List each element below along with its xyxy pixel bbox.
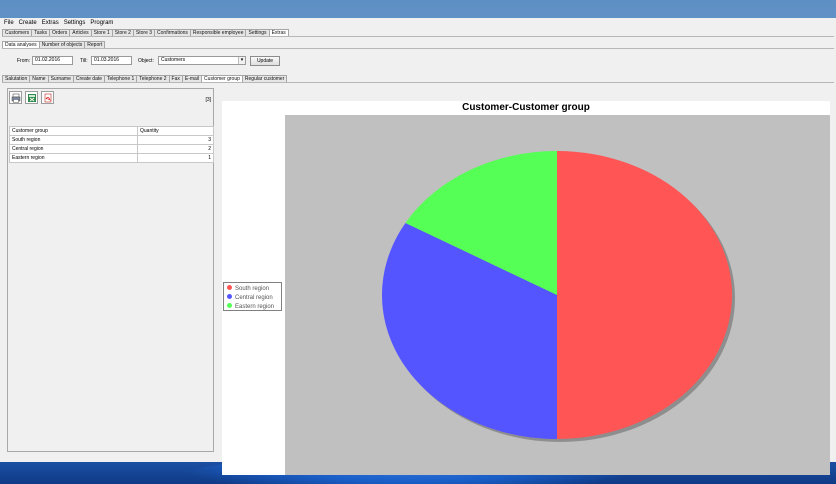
legend-item: South region — [227, 285, 269, 293]
cell-customer-group: South region — [9, 135, 138, 145]
record-count: [3] — [205, 97, 211, 103]
menu-create[interactable]: Create — [18, 19, 38, 28]
legend-label: Eastern region — [235, 304, 275, 310]
cell-quantity: 2 — [137, 144, 214, 154]
menu-extras[interactable]: Extras — [41, 19, 60, 28]
table-row[interactable]: Central region 2 — [9, 144, 214, 154]
legend-swatch — [227, 303, 232, 308]
menu-settings[interactable]: Settings — [63, 19, 87, 28]
pdf-export-icon — [44, 93, 51, 102]
divider — [2, 82, 834, 83]
legend-swatch — [227, 294, 232, 299]
till-date-input[interactable]: 01.03.2016 — [91, 56, 132, 65]
menu-file[interactable]: File — [3, 19, 15, 28]
legend-item: Central region — [227, 294, 273, 302]
customer-group-table: Customer group Quantity South region 3 C… — [9, 126, 214, 163]
cell-customer-group: Eastern region — [9, 153, 138, 163]
update-button[interactable]: Update — [250, 56, 280, 66]
chart-legend: South region Central region Eastern regi… — [223, 282, 282, 311]
pdf-export-button[interactable] — [41, 91, 54, 104]
menu-program[interactable]: Program — [89, 19, 114, 28]
cell-quantity: 3 — [137, 135, 214, 145]
chevron-down-icon[interactable]: ▾ — [238, 57, 245, 64]
column-header-customer-group[interactable]: Customer group — [9, 126, 138, 136]
till-label: Till: — [80, 58, 88, 64]
divider — [2, 36, 834, 37]
pie-chart — [285, 115, 830, 475]
filter-form: From: 01.02.2016 Till: 01.03.2016 Object… — [0, 55, 836, 67]
printer-icon — [11, 93, 20, 103]
chart-title: Customer-Customer group — [462, 102, 590, 113]
excel-export-button[interactable] — [25, 91, 38, 104]
object-select[interactable]: Customers ▾ — [158, 56, 246, 65]
object-select-value: Customers — [161, 57, 186, 63]
menu-bar: File Create Extras Settings Program — [0, 19, 114, 28]
data-panel: [3] Customer group Quantity South region… — [7, 88, 214, 452]
legend-label: South region — [235, 286, 270, 292]
cell-quantity: 1 — [137, 153, 214, 163]
divider — [2, 48, 834, 49]
cell-customer-group: Central region — [9, 144, 138, 154]
application-window: File Create Extras Settings Program Cust… — [0, 18, 836, 475]
table-row[interactable]: Eastern region 1 — [9, 153, 214, 163]
object-label: Object: — [138, 58, 154, 64]
print-button[interactable] — [9, 91, 22, 104]
column-header-quantity[interactable]: Quantity — [137, 126, 214, 136]
table-header-row: Customer group Quantity — [9, 126, 214, 136]
legend-item: Eastern region — [227, 303, 274, 311]
chart-area: Customer-Customer group South region Cen… — [222, 101, 830, 475]
from-label: From: — [17, 58, 31, 64]
excel-export-icon — [27, 93, 36, 102]
from-date-input[interactable]: 01.02.2016 — [32, 56, 73, 65]
table-row[interactable]: South region 3 — [9, 135, 214, 145]
legend-label: Central region — [235, 295, 273, 301]
legend-swatch — [227, 285, 232, 290]
